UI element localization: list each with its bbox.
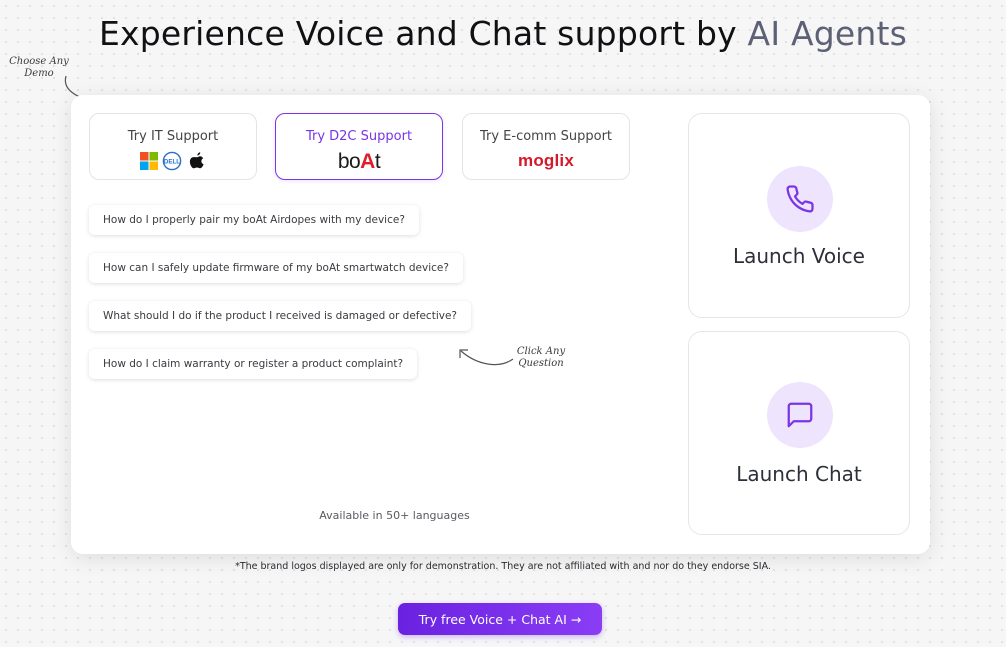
question-chip[interactable]: How can I safely update firmware of my b… (89, 253, 463, 283)
page-title-main: Experience Voice and Chat support by (98, 14, 737, 53)
boat-logo: boAt (337, 150, 381, 173)
tab-it-support-label: Try IT Support (127, 129, 219, 144)
tab-d2c-support-label: Try D2C Support (305, 129, 413, 144)
tab-ecomm-support[interactable]: Try E-comm Support moglix (462, 113, 630, 180)
question-chip[interactable]: How do I claim warranty or register a pr… (89, 349, 418, 379)
apple-logo (189, 152, 204, 169)
microsoft-logo (140, 152, 158, 170)
demo-panel: Try IT Support DELL Try D2C Support boAt… (71, 95, 930, 554)
try-free-voice-chat-button[interactable]: Try free Voice + Chat AI → (398, 603, 602, 635)
languages-note: Available in 50+ languages (319, 509, 470, 522)
moglix-logo: moglix (518, 151, 574, 170)
click-question-note: Click Any Question (516, 346, 566, 369)
chat-bubble-icon (787, 402, 813, 428)
page-title: Experience Voice and Chat support by AI … (0, 14, 1006, 53)
launch-chat-label: Launch Chat (736, 462, 862, 486)
question-chip[interactable]: What should I do if the product I receiv… (89, 301, 471, 331)
launch-voice-button[interactable]: Launch Voice (688, 113, 910, 318)
svg-text:DELL: DELL (164, 158, 180, 165)
tab-it-support[interactable]: Try IT Support DELL (89, 113, 257, 180)
tab-d2c-support[interactable]: Try D2C Support boAt (275, 113, 443, 180)
phone-icon (786, 185, 814, 213)
tab-ecomm-support-label: Try E-comm Support (479, 129, 613, 144)
brand-disclaimer: *The brand logos displayed are only for … (235, 561, 771, 572)
it-brand-logos: DELL (140, 151, 204, 171)
voice-icon-circle (767, 166, 833, 232)
page-title-accent: AI Agents (747, 14, 908, 53)
dell-logo: DELL (162, 151, 182, 171)
launch-voice-label: Launch Voice (732, 244, 865, 268)
launch-chat-button[interactable]: Launch Chat (688, 331, 910, 535)
chat-icon-circle (767, 382, 833, 448)
question-chip[interactable]: How do I properly pair my boAt Airdopes … (89, 205, 419, 235)
